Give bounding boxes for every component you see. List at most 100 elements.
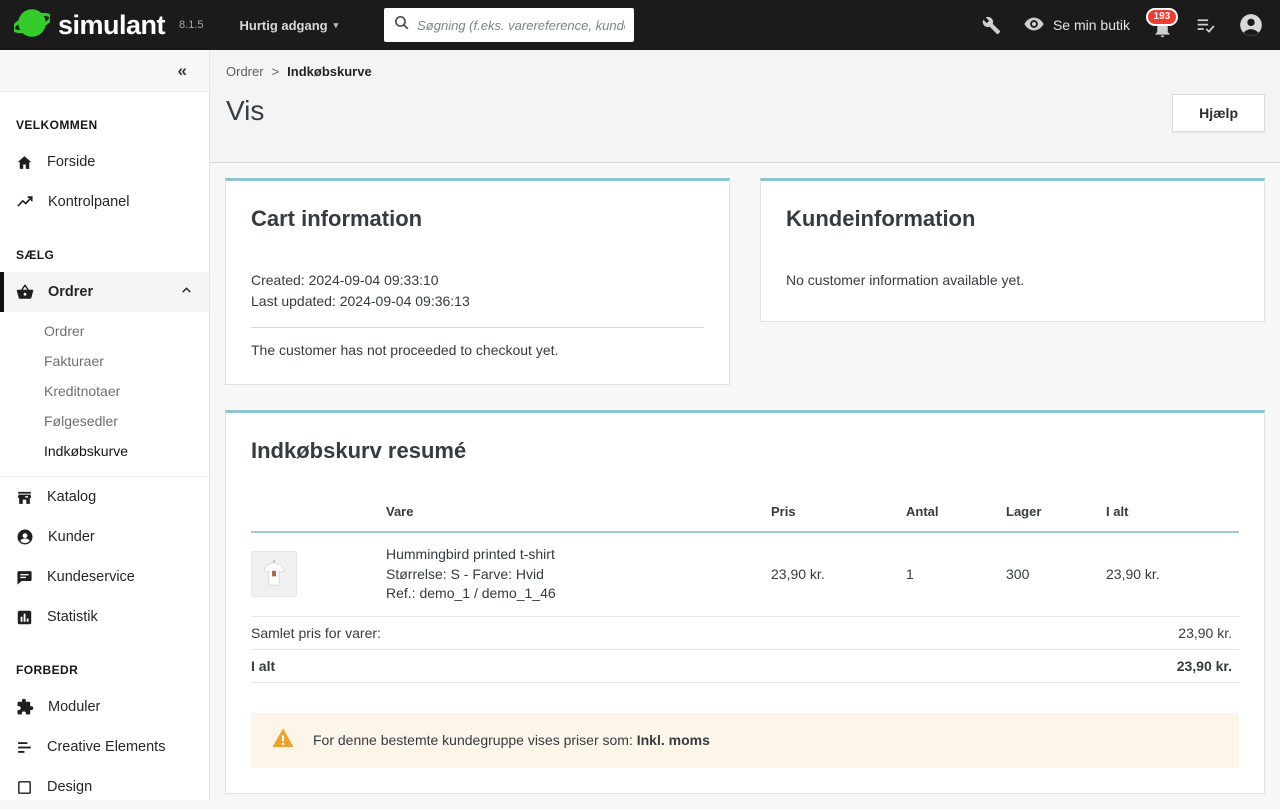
- caret-down-icon: ▾: [334, 20, 339, 31]
- puzzle-icon: [16, 698, 34, 716]
- sidebar-item-label: Katalog: [47, 489, 96, 505]
- topbar: simulant 8.1.5 Hurtig adgang ▾ Se mi: [0, 0, 1280, 50]
- search-box: [384, 8, 634, 42]
- search-input[interactable]: [417, 18, 625, 33]
- sidebar-section-velkommen: VELKOMMEN: [0, 92, 209, 142]
- cart-created: Created: 2024-09-04 09:33:10: [251, 270, 704, 291]
- view-shop-link[interactable]: Se min butik: [1023, 13, 1130, 38]
- home-icon: [16, 154, 33, 171]
- topbar-actions: Se min butik 193: [982, 12, 1280, 39]
- sidebar-item-label: Kundeservice: [47, 569, 135, 585]
- sidebar-section-forbedr: FORBEDR: [0, 637, 209, 687]
- divider: [251, 327, 704, 328]
- sidebar-item-ordrer[interactable]: Ordrer: [0, 272, 209, 312]
- sidebar: « VELKOMMEN Forside Kontrolpanel SÆLG Or…: [0, 50, 210, 800]
- subtotal-row: Samlet pris for varer: 23,90 kr.: [251, 616, 1239, 649]
- customer-note: No customer information available yet.: [786, 272, 1239, 288]
- submenu-item-indkobskurve[interactable]: Indkøbskurve: [0, 436, 209, 466]
- subtotal-label: Samlet pris for varer:: [251, 616, 1096, 649]
- quick-access-label: Hurtig adgang: [240, 18, 328, 33]
- sidebar-item-statistik[interactable]: Statistik: [0, 597, 209, 637]
- submenu-item-folgesedler[interactable]: Følgesedler: [0, 406, 209, 436]
- sidebar-item-kontrolpanel[interactable]: Kontrolpanel: [0, 182, 209, 222]
- cart-information-card: Cart information Created: 2024-09-04 09:…: [225, 178, 730, 385]
- breadcrumb-current: Indkøbskurve: [287, 64, 372, 79]
- price-display-warning: For denne bestemte kundegruppe vises pri…: [251, 713, 1239, 768]
- submenu-item-ordrer[interactable]: Ordrer: [0, 316, 209, 346]
- breadcrumb-parent[interactable]: Ordrer: [226, 64, 264, 79]
- account-avatar-icon[interactable]: [1238, 12, 1264, 38]
- lines-icon: [16, 739, 33, 756]
- column-image: [251, 504, 376, 532]
- sidebar-item-label: Forside: [47, 154, 95, 170]
- product-stock: 300: [996, 532, 1096, 616]
- column-pris: Pris: [761, 504, 896, 532]
- ordrer-submenu: Ordrer Fakturaer Kreditnotaer Følgesedle…: [0, 312, 209, 477]
- sidebar-item-label: Ordrer: [48, 284, 93, 300]
- brand-name: simulant: [58, 10, 165, 41]
- store-icon: [16, 489, 33, 506]
- sidebar-item-label: Kunder: [48, 529, 95, 545]
- sidebar-item-label: Kontrolpanel: [48, 194, 129, 210]
- shopping-basket-icon: [16, 283, 34, 301]
- brand-logo[interactable]: simulant: [0, 5, 165, 46]
- submenu-item-kreditnotaer[interactable]: Kreditnotaer: [0, 376, 209, 406]
- sidebar-item-moduler[interactable]: Moduler: [0, 687, 209, 727]
- sidebar-section-saelg: SÆLG: [0, 222, 209, 272]
- theme-square-icon: [16, 779, 33, 796]
- sidebar-item-forside[interactable]: Forside: [0, 142, 209, 182]
- notification-badge: 193: [1146, 8, 1179, 26]
- product-reference: Ref.: demo_1 / demo_1_46: [386, 584, 761, 604]
- eye-icon: [1023, 13, 1045, 38]
- warning-bold-text: Inkl. moms: [637, 732, 710, 748]
- view-shop-label: Se min butik: [1053, 17, 1130, 33]
- table-header-row: Vare Pris Antal Lager I alt: [251, 504, 1239, 532]
- sidebar-item-kunder[interactable]: Kunder: [0, 517, 209, 557]
- cart-information-title: Cart information: [251, 206, 704, 232]
- submenu-item-fakturaer[interactable]: Fakturaer: [0, 346, 209, 376]
- planet-icon: [14, 5, 50, 46]
- playlist-check-icon[interactable]: [1195, 15, 1216, 36]
- chevron-up-icon: [180, 284, 193, 301]
- product-name: Hummingbird printed t-shirt: [386, 545, 761, 565]
- cart-summary-title: Indkøbskurv resumé: [251, 438, 1239, 464]
- sidebar-collapse-strip: «: [0, 50, 209, 92]
- debug-wrench-icon[interactable]: [982, 16, 1001, 35]
- grand-total-label: I alt: [251, 649, 1096, 682]
- quick-access-dropdown[interactable]: Hurtig adgang ▾: [240, 18, 339, 33]
- product-total: 23,90 kr.: [1096, 532, 1239, 616]
- sidebar-item-label: Moduler: [48, 699, 100, 715]
- subtotal-value: 23,90 kr.: [1096, 616, 1239, 649]
- cart-updated: Last updated: 2024-09-04 09:36:13: [251, 291, 704, 312]
- sidebar-item-label: Design: [47, 779, 92, 795]
- page-title: Vis: [226, 95, 1265, 127]
- warning-text: For denne bestemte kundegruppe vises pri…: [313, 732, 637, 748]
- product-variant: Størrelse: S - Farve: Hvid: [386, 565, 761, 585]
- chat-icon: [16, 569, 33, 586]
- content: Cart information Created: 2024-09-04 09:…: [210, 163, 1280, 809]
- product-quantity: 1: [896, 532, 996, 616]
- sidebar-item-kundeservice[interactable]: Kundeservice: [0, 557, 209, 597]
- cart-summary-table: Vare Pris Antal Lager I alt: [251, 504, 1239, 683]
- sidebar-item-label: Creative Elements: [47, 739, 165, 755]
- column-lager: Lager: [996, 504, 1096, 532]
- customer-information-title: Kundeinformation: [786, 206, 1239, 232]
- help-button[interactable]: Hjælp: [1172, 94, 1265, 132]
- person-circle-icon: [16, 528, 34, 546]
- trending-up-icon: [16, 193, 34, 211]
- search-icon: [393, 14, 410, 36]
- notifications-bell-icon[interactable]: 193: [1152, 12, 1173, 39]
- product-thumbnail: [251, 551, 297, 597]
- sidebar-item-katalog[interactable]: Katalog: [0, 477, 209, 517]
- cart-summary-card: Indkøbskurv resumé Vare Pris Antal Lager…: [225, 410, 1265, 794]
- warning-triangle-icon: [271, 726, 295, 755]
- collapse-sidebar-icon[interactable]: «: [178, 61, 187, 81]
- sidebar-item-creative-elements[interactable]: Creative Elements: [0, 727, 209, 767]
- customer-information-card: Kundeinformation No customer information…: [760, 178, 1265, 322]
- sidebar-item-label: Statistik: [47, 609, 98, 625]
- tshirt-image: [255, 555, 293, 593]
- column-ialt: I alt: [1096, 504, 1239, 532]
- product-price: 23,90 kr.: [761, 532, 896, 616]
- cart-checkout-note: The customer has not proceeded to checko…: [251, 342, 704, 358]
- column-vare: Vare: [376, 504, 761, 532]
